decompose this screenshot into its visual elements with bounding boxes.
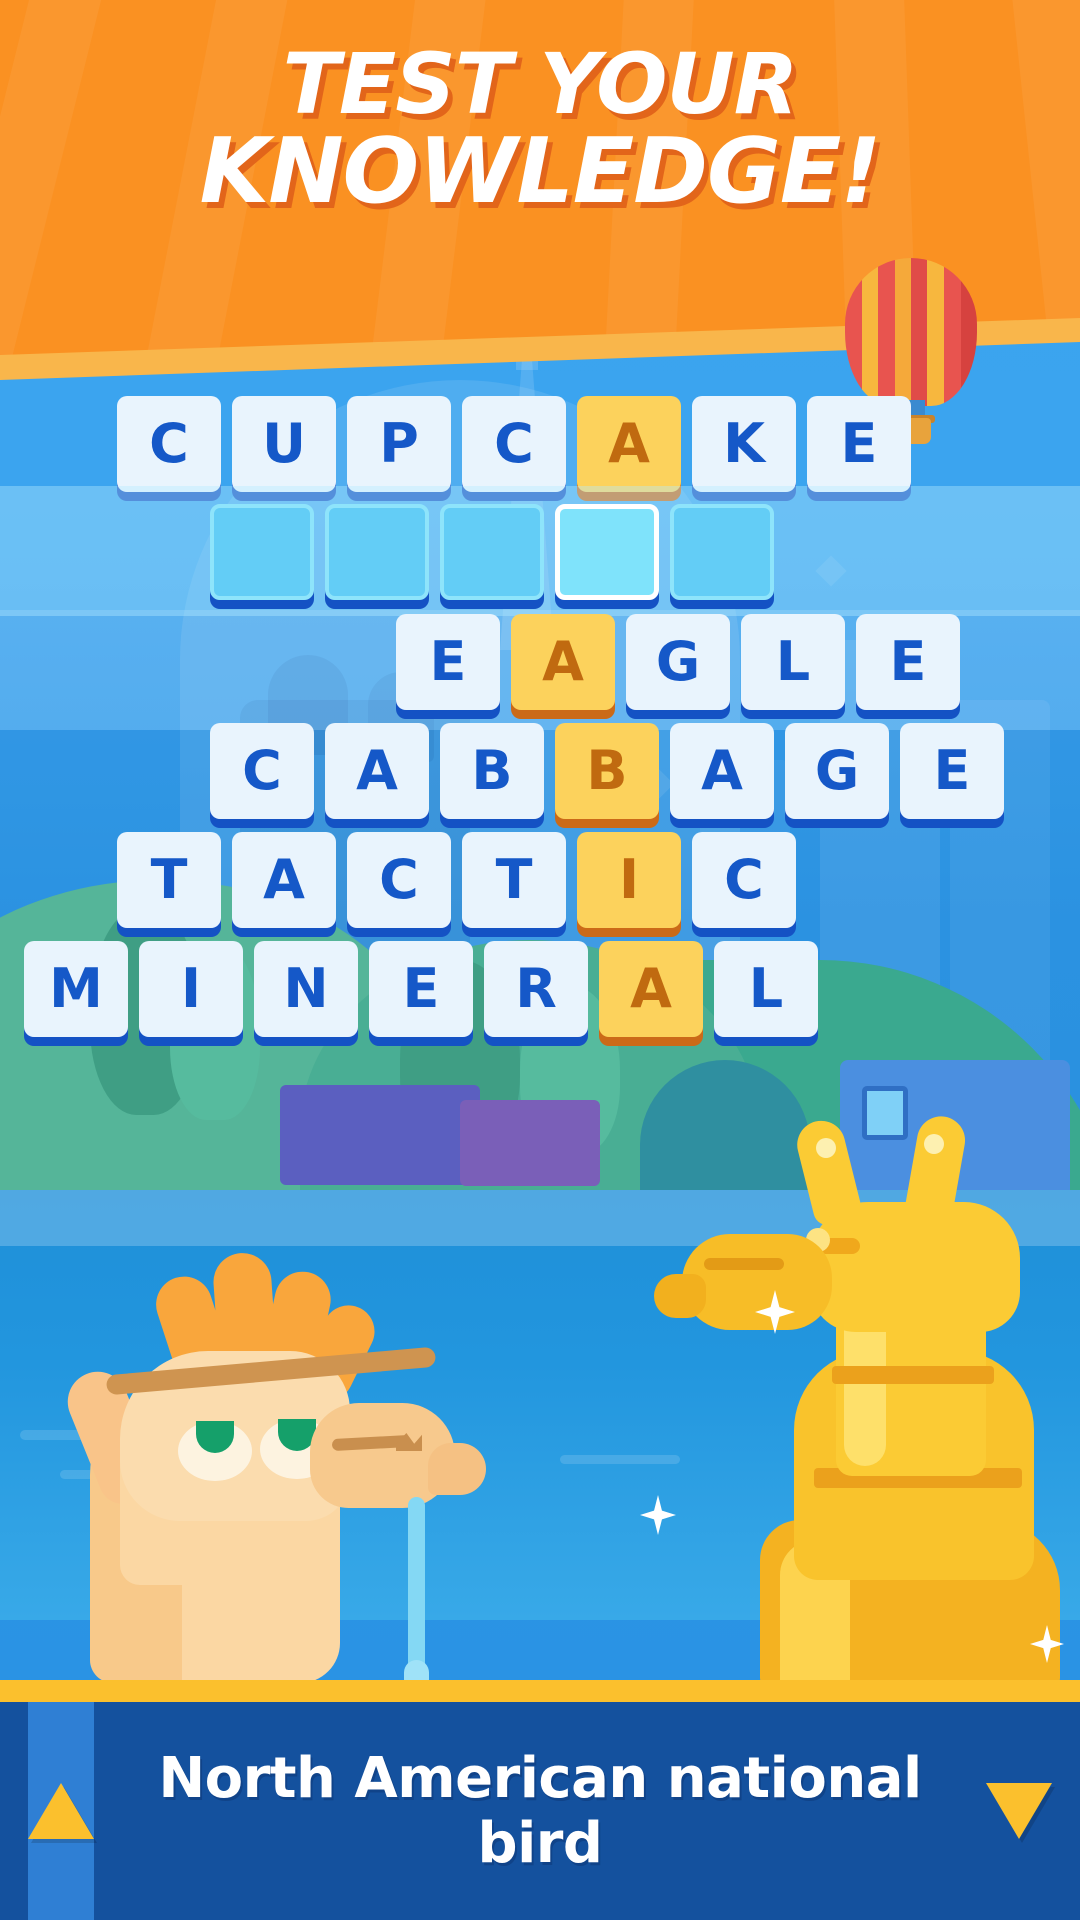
grid-cell[interactable]: E <box>807 396 911 492</box>
grid-cell[interactable]: G <box>626 614 730 710</box>
statue-nostril <box>704 1258 784 1270</box>
grid-cell[interactable]: C <box>462 396 566 492</box>
grid-cell[interactable]: A <box>325 723 429 819</box>
grid-cell[interactable]: A <box>232 832 336 928</box>
clue-text: North American national bird <box>158 1746 922 1876</box>
grid-cell[interactable]: P <box>347 396 451 492</box>
next-clue-button[interactable] <box>986 1702 1052 1920</box>
grid-cell[interactable]: A <box>599 941 703 1037</box>
clue-bar: North American national bird <box>0 1680 1080 1920</box>
statue-ear-dot <box>816 1138 836 1158</box>
grid-cell[interactable] <box>325 504 429 600</box>
grid-cell[interactable]: T <box>462 832 566 928</box>
grid-cell[interactable] <box>210 504 314 600</box>
grid-cell[interactable]: B <box>555 723 659 819</box>
statue-ear-dot <box>924 1134 944 1154</box>
grid-cell[interactable]: N <box>254 941 358 1037</box>
grid-cell[interactable]: C <box>210 723 314 819</box>
drool-stream-lower <box>408 1500 425 1680</box>
grid-cell[interactable]: E <box>900 723 1004 819</box>
triangle-up-icon <box>28 1783 94 1839</box>
grid-cell[interactable]: C <box>692 832 796 928</box>
grid-cell[interactable] <box>440 504 544 600</box>
grid-cell[interactable]: U <box>232 396 336 492</box>
llama-character <box>0 1251 520 1683</box>
statue-band <box>832 1366 994 1384</box>
grid-cell[interactable] <box>555 504 659 600</box>
grid-cell[interactable]: L <box>714 941 818 1037</box>
grid-cell[interactable]: E <box>856 614 960 710</box>
grid-cell[interactable]: R <box>484 941 588 1037</box>
grid-cell[interactable]: A <box>577 396 681 492</box>
grid-cell[interactable]: I <box>139 941 243 1037</box>
previous-clue-button[interactable] <box>28 1702 94 1920</box>
grid-cell[interactable]: A <box>670 723 774 819</box>
grid-cell[interactable]: E <box>369 941 473 1037</box>
statue-lip <box>654 1274 706 1318</box>
grid-cell[interactable]: E <box>396 614 500 710</box>
grid-cell[interactable]: K <box>692 396 796 492</box>
grid-cell[interactable]: I <box>577 832 681 928</box>
grid-cell[interactable] <box>670 504 774 600</box>
grid-cell[interactable]: A <box>511 614 615 710</box>
app-screen: TEST YOUR KNOWLEDGE! CUPCAKEEAGLECABBAGE… <box>0 0 1080 1920</box>
grid-cell[interactable]: B <box>440 723 544 819</box>
grid-cell[interactable]: G <box>785 723 889 819</box>
triangle-down-icon <box>986 1783 1052 1839</box>
llama-lip <box>428 1443 486 1495</box>
grid-cell[interactable]: T <box>117 832 221 928</box>
statue-head <box>810 1202 1020 1332</box>
grid-cell[interactable]: C <box>347 832 451 928</box>
grid-cell[interactable]: L <box>741 614 845 710</box>
gold-llama-statue <box>654 1112 1080 1690</box>
grid-cell[interactable]: M <box>24 941 128 1037</box>
clue-bar-top-border <box>0 1680 1080 1702</box>
grid-cell[interactable]: C <box>117 396 221 492</box>
